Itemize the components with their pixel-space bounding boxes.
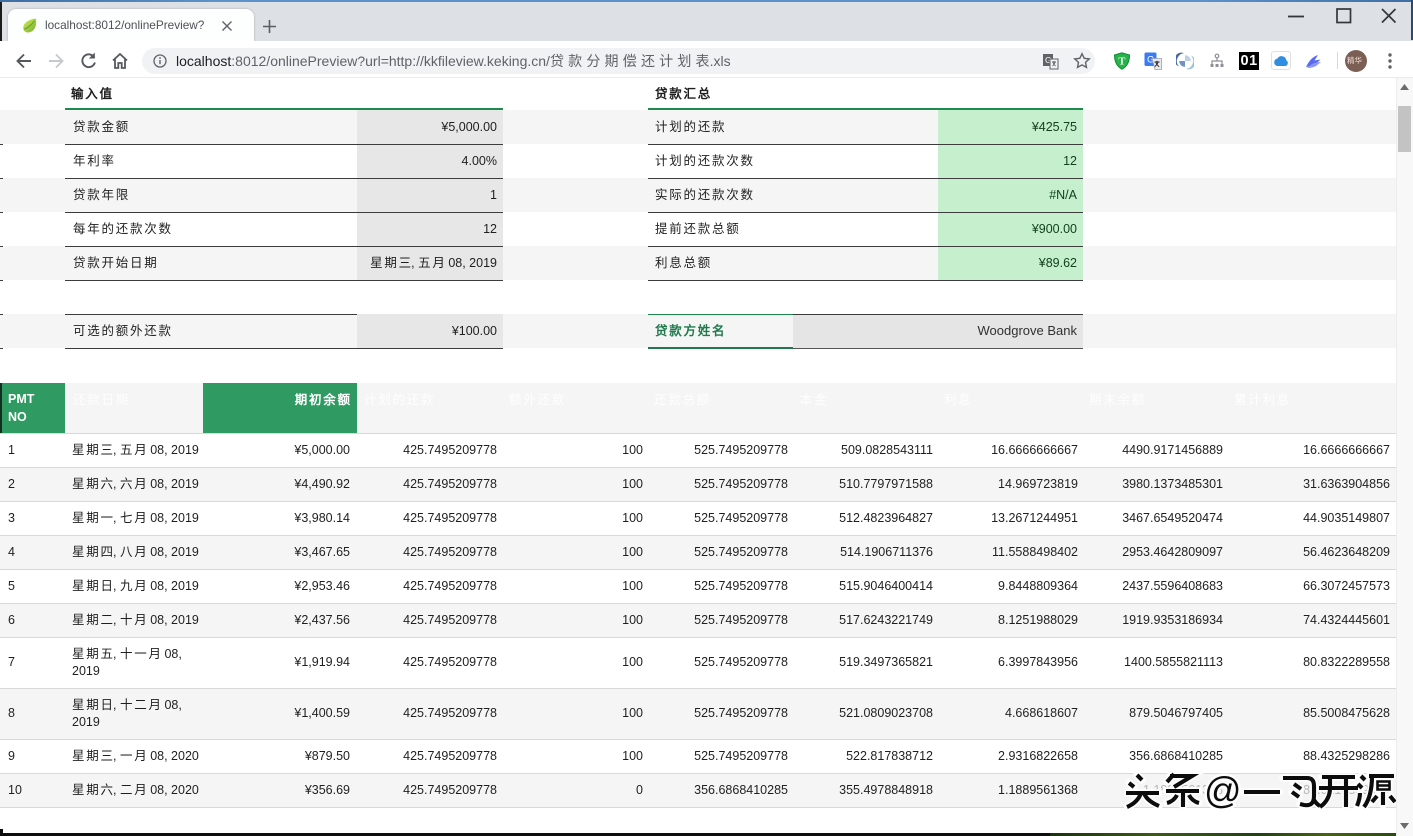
- svg-text:@: @: [1204, 770, 1242, 810]
- svg-text:T: T: [1118, 57, 1125, 68]
